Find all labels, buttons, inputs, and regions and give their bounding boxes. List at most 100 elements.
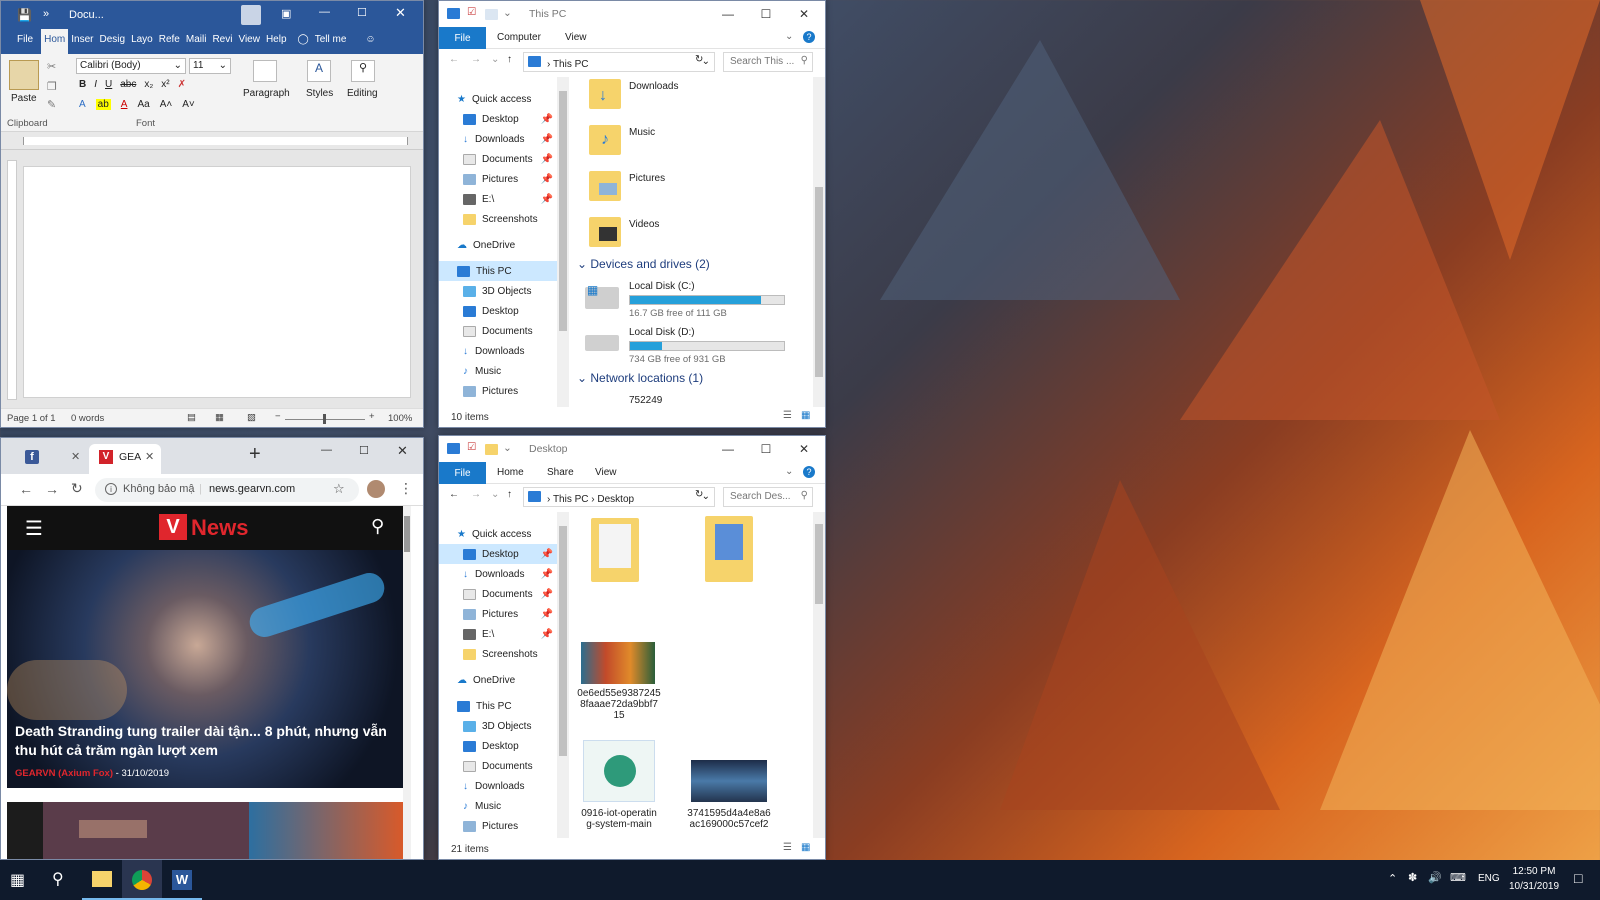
- help-icon[interactable]: ?: [803, 31, 815, 43]
- search-input[interactable]: Search Des... ⚲: [723, 487, 813, 507]
- back-icon[interactable]: ←: [19, 481, 33, 497]
- large-icons-view-icon[interactable]: ▦: [801, 842, 810, 853]
- share-icon[interactable]: ☺: [349, 29, 378, 54]
- tiles-view-icon[interactable]: ▦: [801, 410, 810, 421]
- zoom-out-icon[interactable]: −: [275, 411, 281, 422]
- back-icon[interactable]: ←: [449, 54, 459, 65]
- desktop-file-name[interactable]: 0916-iot-operatin g-system-main: [577, 808, 661, 830]
- nav-downloads-pc[interactable]: ↓ Downloads: [439, 776, 557, 796]
- status-words[interactable]: 0 words: [71, 413, 104, 424]
- tab-file[interactable]: File: [439, 27, 486, 49]
- search-input[interactable]: Search This ... ⚲: [723, 52, 813, 72]
- clock-time[interactable]: 12:50 PM: [1506, 866, 1562, 877]
- font-size-select[interactable]: 11 ⌄: [189, 58, 231, 74]
- paragraph-button[interactable]: Paragraph: [243, 88, 290, 99]
- tab-review[interactable]: Revi: [209, 29, 235, 54]
- scroll-thumb[interactable]: [815, 187, 823, 377]
- account-avatar[interactable]: [241, 5, 261, 25]
- nav-downloads[interactable]: ↓ Downloads 📌: [439, 129, 557, 149]
- folder-music[interactable]: Music: [629, 127, 655, 138]
- clock-date[interactable]: 10/31/2019: [1504, 881, 1564, 892]
- print-layout-icon[interactable]: ▦: [215, 412, 224, 423]
- close-tab-icon[interactable]: ✕: [71, 450, 80, 463]
- tab-insert[interactable]: Inser: [68, 29, 96, 54]
- nav-documents-pc[interactable]: Documents: [439, 321, 557, 341]
- tell-me-box[interactable]: Tell me: [312, 29, 350, 54]
- nav-pictures-pc[interactable]: Pictures: [439, 381, 557, 401]
- content-scrollbar[interactable]: [813, 512, 825, 838]
- pin-icon[interactable]: 📌: [541, 114, 553, 125]
- lightbulb-icon[interactable]: ◯: [290, 29, 312, 54]
- volume-icon[interactable]: 🔊: [1428, 871, 1442, 884]
- local-disk-c-name[interactable]: Local Disk (C:): [629, 281, 695, 292]
- zoom-thumb[interactable]: [323, 414, 326, 424]
- article-headline[interactable]: Death Stranding tung trailer dài tận... …: [15, 722, 395, 760]
- tab-view[interactable]: View: [595, 467, 617, 478]
- local-disk-d-icon[interactable]: [585, 335, 619, 351]
- back-icon[interactable]: ←: [449, 489, 459, 500]
- strikethrough-icon[interactable]: abc: [120, 79, 136, 90]
- image-thumbnail[interactable]: [691, 760, 767, 802]
- tab-design[interactable]: Desig: [96, 29, 128, 54]
- nav-e-drive[interactable]: E:\ 📌: [439, 189, 557, 209]
- forward-icon[interactable]: →: [45, 481, 59, 497]
- zoom-in-icon[interactable]: +: [369, 411, 375, 422]
- tab-layout[interactable]: Layo: [128, 29, 156, 54]
- tab-view[interactable]: View: [565, 32, 587, 43]
- copy-icon[interactable]: ❐: [47, 80, 57, 93]
- web-layout-icon[interactable]: ▧: [247, 412, 256, 423]
- maximize-icon[interactable]: ☐: [359, 444, 369, 457]
- pin-icon[interactable]: 📌: [541, 194, 553, 205]
- horizontal-ruler[interactable]: [1, 132, 423, 150]
- recent-icon[interactable]: ⌄: [491, 54, 499, 65]
- details-view-icon[interactable]: ☰: [783, 410, 792, 421]
- nav-pictures-pc[interactable]: Pictures: [439, 816, 557, 836]
- search-icon[interactable]: ⚲: [351, 60, 375, 82]
- nav-3d-objects[interactable]: 3D Objects: [439, 716, 557, 736]
- nav-music[interactable]: ♪ Music: [439, 796, 557, 816]
- profile-avatar[interactable]: [367, 480, 385, 498]
- tab-view[interactable]: View: [235, 29, 263, 54]
- qat-more-icon[interactable]: »: [43, 8, 49, 20]
- tab-help[interactable]: Help: [263, 29, 290, 54]
- subscript-icon[interactable]: x₂: [144, 79, 153, 90]
- new-folder-icon[interactable]: [485, 9, 498, 20]
- content-scrollbar[interactable]: [813, 77, 825, 407]
- wifi-icon[interactable]: ✽: [1408, 871, 1417, 884]
- reload-icon[interactable]: ↻: [71, 480, 83, 497]
- info-icon[interactable]: i: [105, 483, 117, 495]
- desktop-file-name[interactable]: 3741595d4a4e8a6 ac169000c57cef2: [687, 808, 771, 830]
- paste-label[interactable]: Paste: [11, 93, 37, 104]
- forward-icon[interactable]: →: [471, 54, 481, 65]
- nav-scrollbar[interactable]: [557, 77, 569, 407]
- folder-pictures[interactable]: Pictures: [629, 173, 665, 184]
- pin-icon[interactable]: 📌: [541, 134, 553, 145]
- maximize-icon[interactable]: ☐: [747, 436, 785, 462]
- network-item[interactable]: 752249: [629, 395, 662, 406]
- superscript-icon[interactable]: x²: [161, 79, 169, 90]
- nav-screenshots[interactable]: Screenshots: [439, 644, 557, 664]
- hamburger-menu-icon[interactable]: ☰: [25, 516, 43, 541]
- nav-pictures[interactable]: Pictures 📌: [439, 169, 557, 189]
- nav-3d-objects[interactable]: 3D Objects: [439, 281, 557, 301]
- tab-facebook[interactable]: f ✕: [9, 444, 83, 474]
- url-text[interactable]: news.gearvn.com: [209, 483, 295, 495]
- cut-icon[interactable]: ✂: [47, 60, 56, 73]
- folder-videos-icon[interactable]: [589, 217, 621, 247]
- network-header[interactable]: ⌄ Network locations (1): [577, 371, 797, 389]
- input-language[interactable]: ENG: [1478, 873, 1500, 884]
- close-tab-icon[interactable]: ✕: [145, 450, 154, 463]
- forward-icon[interactable]: →: [471, 489, 481, 500]
- search-icon[interactable]: ⚲: [52, 869, 64, 889]
- image-thumbnail[interactable]: [583, 740, 655, 802]
- paste-icon[interactable]: [9, 60, 39, 90]
- tab-file[interactable]: File: [439, 462, 486, 484]
- nav-pictures[interactable]: Pictures 📌: [439, 604, 557, 624]
- styles-icon[interactable]: A: [307, 60, 331, 82]
- up-icon[interactable]: ↑: [507, 489, 512, 500]
- start-windows-icon[interactable]: ▦: [10, 870, 25, 890]
- expand-ribbon-icon[interactable]: ⌄: [785, 466, 793, 477]
- close-icon[interactable]: ✕: [785, 1, 823, 27]
- qat-dropdown-icon[interactable]: ⌄: [503, 442, 512, 454]
- nav-downloads-pc[interactable]: ↓ Downloads: [439, 341, 557, 361]
